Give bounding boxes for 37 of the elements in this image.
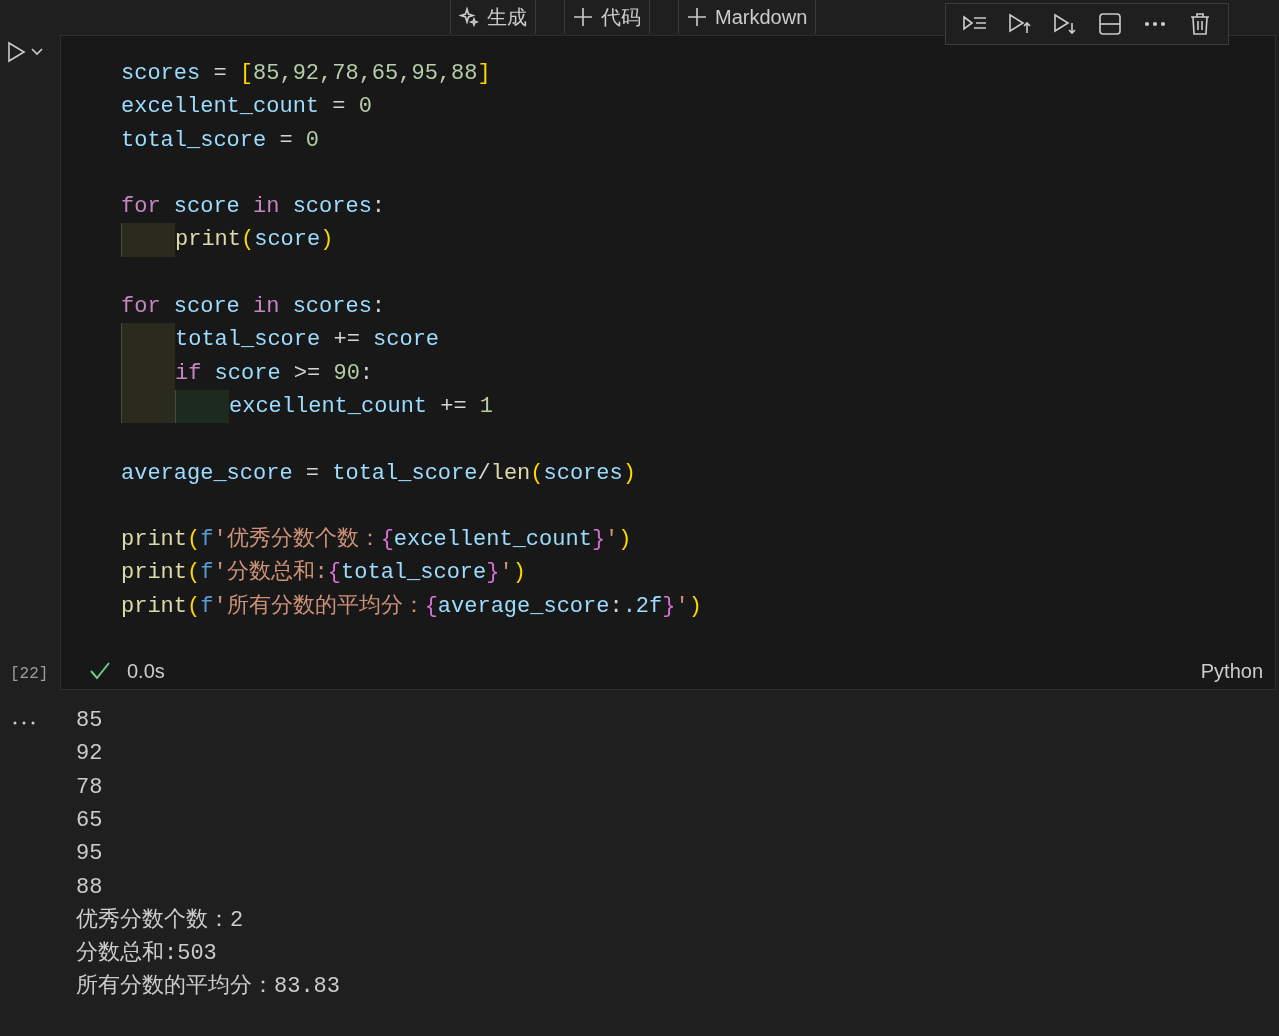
code-line: print(f'分数总和:{total_score}') xyxy=(121,559,527,588)
output-line: 所有分数的平均分：83.83 xyxy=(76,973,340,1002)
output-line: 分数总和:503 xyxy=(76,940,218,969)
toolbar-button[interactable]: 生成 xyxy=(450,0,536,34)
more-icon[interactable] xyxy=(12,719,36,726)
indent-guide xyxy=(121,223,175,257)
chevron-down-icon xyxy=(30,47,44,57)
run-below-icon[interactable] xyxy=(1051,11,1078,37)
code-line: average_score = total_score/len(scores) xyxy=(121,459,637,488)
language-label[interactable]: Python xyxy=(1200,656,1263,687)
toolbar-button[interactable]: Markdown xyxy=(678,0,817,34)
output-line: 65 xyxy=(76,806,104,835)
toolbar-button[interactable]: 代码 xyxy=(564,0,650,34)
output-line: 78 xyxy=(76,773,104,802)
output-line: 85 xyxy=(76,707,104,736)
code-line: excellent_count = 0 xyxy=(121,93,373,122)
code-line: total_score += score xyxy=(175,326,441,355)
code-line: for score in scores: xyxy=(121,193,387,222)
output-line: 优秀分数个数：2 xyxy=(76,906,245,935)
code-line: total_score = 0 xyxy=(121,126,321,155)
code-line: scores = [85,92,78,65,95,88] xyxy=(121,60,492,88)
execution-time: 0.0s xyxy=(127,659,165,685)
split-cell-icon[interactable] xyxy=(1096,11,1123,37)
code-line: excellent_count += 1 xyxy=(229,392,495,421)
code-line: for score in scores: xyxy=(121,293,387,322)
plus-icon xyxy=(687,7,707,27)
output-line: 92 xyxy=(76,740,104,769)
sparkle-icon xyxy=(459,7,479,27)
code-line: print(f'所有分数的平均分：{average_score:.2f}') xyxy=(121,592,703,621)
output-line: 95 xyxy=(76,840,104,869)
code-line: print(score) xyxy=(175,226,335,255)
code-line: print(f'优秀分数个数：{excellent_count}') xyxy=(121,526,633,555)
output-line: 88 xyxy=(76,873,104,902)
run-icon xyxy=(6,40,26,64)
execution-count: [22] xyxy=(10,665,49,684)
code-line: if score >= 90: xyxy=(175,359,375,388)
plus-icon xyxy=(573,7,593,27)
